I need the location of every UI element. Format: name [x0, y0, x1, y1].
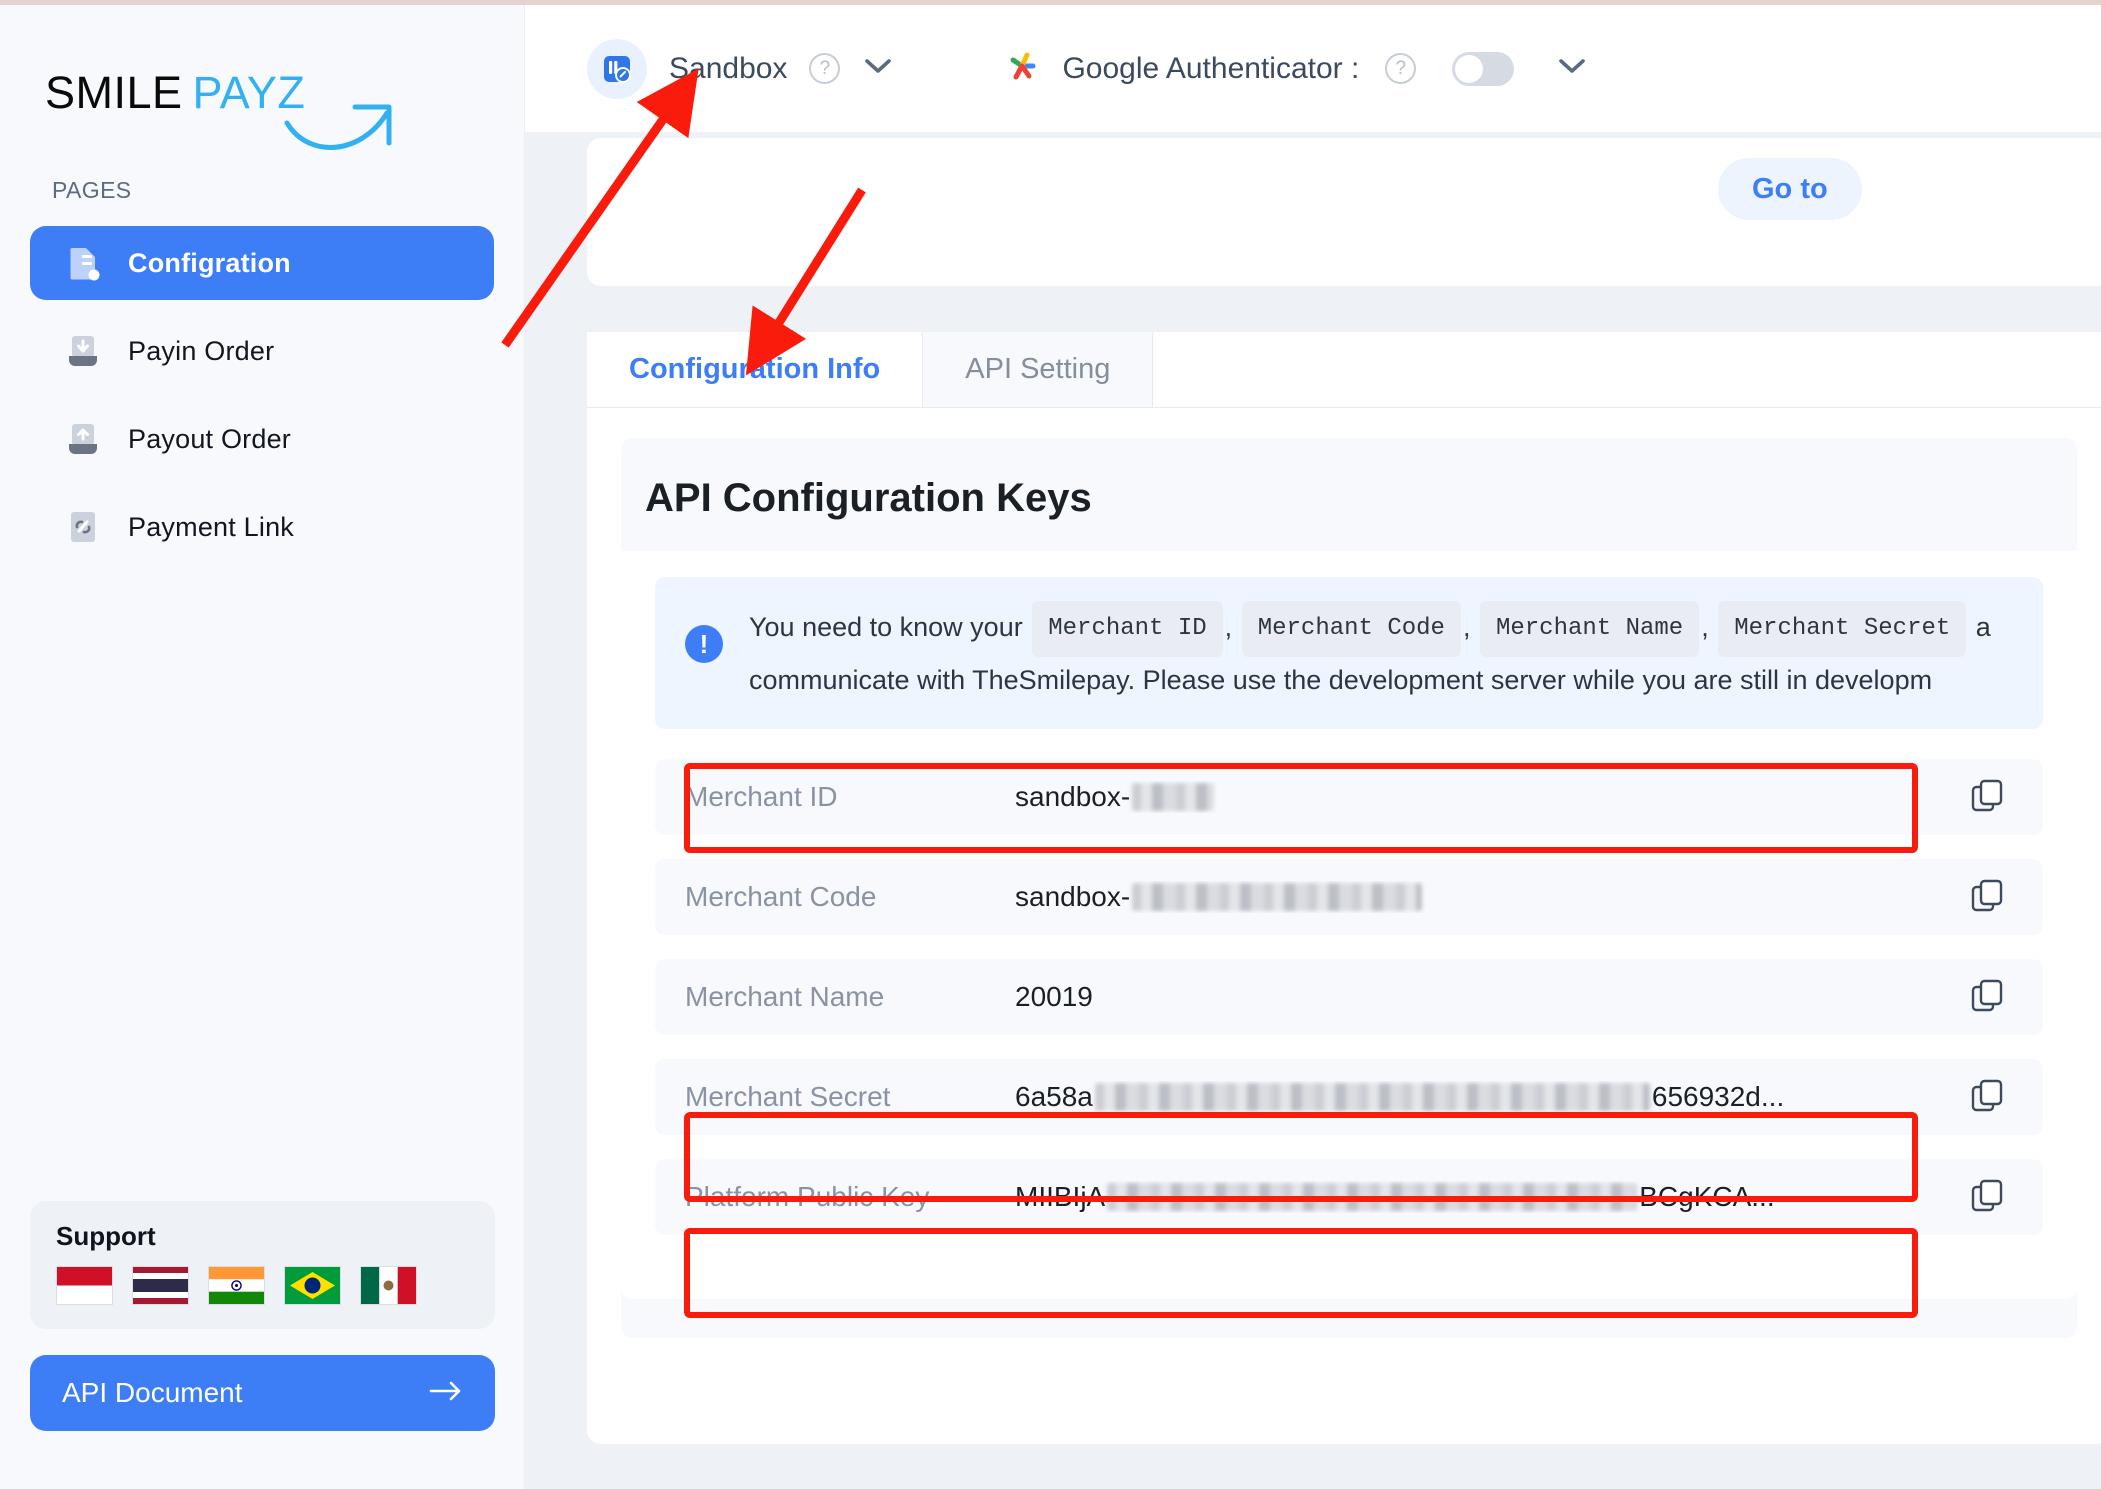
sep: ,: [1701, 612, 1709, 643]
document-config-icon: [62, 242, 104, 284]
sidebar-nav: Configration Payin Order Payout Order Pa…: [0, 226, 524, 564]
top-hairline: [0, 0, 2101, 5]
support-panel: Support: [30, 1201, 495, 1329]
sandbox-card-icon: [587, 38, 647, 99]
google-authenticator-block: Google Authenticator : ?: [1002, 46, 1588, 91]
flag-brazil[interactable]: [284, 1266, 341, 1305]
info-banner-line2: communicate with TheSmilepay. Please use…: [749, 665, 1933, 695]
sidebar-item-payout-order[interactable]: Payout Order: [30, 402, 494, 476]
support-flags: [56, 1266, 469, 1305]
top-bar: Sandbox ? Google Authenticator : ?: [525, 5, 2101, 133]
info-banner-tail: a: [1975, 612, 1991, 643]
row-value: sandbox-: [1015, 881, 1949, 913]
chevron-down-icon[interactable]: [862, 56, 894, 81]
row-key: Merchant Name: [685, 981, 885, 1012]
info-banner-lead: You need to know your: [749, 612, 1023, 643]
environment-selector[interactable]: Sandbox: [587, 38, 788, 99]
toggle-knob: [1455, 54, 1484, 83]
google-authenticator-toggle[interactable]: [1452, 51, 1515, 86]
chip-merchant-code: Merchant Code: [1241, 601, 1461, 657]
main-area: Sandbox ? Google Authenticator : ? Go to…: [525, 0, 2101, 1489]
info-exclamation-icon: !: [685, 625, 723, 663]
chevron-down-icon[interactable]: [1556, 56, 1588, 81]
flag-thailand[interactable]: [132, 1266, 189, 1305]
go-to-button[interactable]: Go to: [1718, 158, 1862, 220]
question-mark-icon[interactable]: ?: [809, 53, 841, 84]
redacted-value: [1094, 1083, 1650, 1111]
row-value-prefix: MIIBIjA: [1015, 1181, 1106, 1212]
sidebar-item-label: Payment Link: [128, 511, 294, 542]
row-value-prefix: 20019: [1015, 981, 1093, 1012]
row-value: 20019: [1015, 981, 1949, 1013]
row-key: Platform Public Key: [685, 1181, 930, 1212]
api-document-button[interactable]: API Document: [30, 1355, 495, 1431]
table-row: Merchant Secret 6a58a 656932d...: [655, 1059, 2043, 1135]
sidebar-item-payment-link[interactable]: Payment Link: [30, 490, 494, 564]
logo-text-primary: SMILE: [45, 67, 183, 118]
sidebar-item-payin-order[interactable]: Payin Order: [30, 314, 494, 388]
tab-api-setting[interactable]: API Setting: [923, 332, 1154, 407]
tab-configuration-info[interactable]: Configuration Info: [587, 332, 924, 407]
sidebar-item-label: Payin Order: [128, 335, 275, 366]
chip-merchant-id: Merchant ID: [1032, 601, 1223, 657]
row-value: MIIBIjA BCgKCA...: [1015, 1181, 1949, 1213]
link-document-icon: [62, 506, 104, 548]
row-key: Merchant Code: [685, 881, 877, 912]
copy-icon[interactable]: [1967, 1076, 2009, 1118]
support-title: Support: [56, 1221, 156, 1251]
sidebar-section-label: PAGES: [52, 177, 132, 203]
copy-icon[interactable]: [1967, 876, 2009, 918]
tray-upload-icon: [62, 418, 104, 460]
row-value: 6a58a 656932d...: [1015, 1081, 1949, 1113]
row-value-prefix: sandbox-: [1015, 881, 1131, 912]
row-value-suffix: 656932d...: [1651, 1081, 1785, 1112]
chip-merchant-secret: Merchant Secret: [1718, 601, 1967, 657]
redacted-value: [1132, 883, 1423, 911]
content-panel: Configuration Info API Setting API Confi…: [587, 332, 2101, 1444]
keys-card-title: API Configuration Keys: [645, 476, 1092, 520]
app-root: SMILE PAYZ PAGES Configration Payin Orde…: [0, 0, 2101, 1489]
row-value-prefix: sandbox-: [1015, 781, 1131, 812]
tab-bar: Configuration Info API Setting: [587, 332, 2101, 408]
copy-icon[interactable]: [1967, 776, 2009, 818]
copy-icon[interactable]: [1967, 976, 2009, 1018]
sidebar-item-label: Configration: [128, 247, 291, 278]
swoosh-arrow-icon: [283, 93, 403, 170]
sep: ,: [1462, 612, 1471, 643]
redacted-value: [1107, 1183, 1638, 1211]
question-mark-icon[interactable]: ?: [1385, 53, 1417, 84]
info-banner-text: You need to know your Merchant ID, Merch…: [749, 601, 1991, 703]
info-banner: ! You need to know your Merchant ID, Mer…: [655, 577, 2043, 729]
row-key: Merchant Secret: [685, 1081, 891, 1112]
row-value: sandbox-: [1015, 781, 1949, 813]
sidebar-item-label: Payout Order: [128, 423, 291, 454]
row-value-prefix: 6a58a: [1015, 1081, 1093, 1112]
table-row: Merchant ID sandbox-: [655, 759, 2043, 835]
chip-merchant-name: Merchant Name: [1479, 601, 1700, 657]
arrow-right-icon: [429, 1378, 463, 1408]
row-key: Merchant ID: [685, 781, 838, 812]
google-authenticator-icon: [1002, 46, 1042, 91]
table-row: Platform Public Key MIIBIjA BCgKCA...: [655, 1159, 2043, 1235]
flag-indonesia[interactable]: [56, 1266, 113, 1305]
flag-india[interactable]: [208, 1266, 265, 1305]
google-authenticator-label: Google Authenticator :: [1062, 51, 1360, 85]
sidebar: SMILE PAYZ PAGES Configration Payin Orde…: [0, 0, 525, 1489]
copy-icon[interactable]: [1967, 1176, 2009, 1218]
redacted-value: [1132, 783, 1215, 811]
sidebar-item-configration[interactable]: Configration: [30, 226, 494, 300]
table-row: Merchant Code sandbox-: [655, 859, 2043, 935]
quick-actions-card: Go to Go to API Document: [587, 138, 2101, 286]
tray-download-icon: [62, 330, 104, 372]
environment-name: Sandbox: [669, 51, 788, 85]
flag-mexico[interactable]: [360, 1266, 417, 1305]
row-value-suffix: BCgKCA...: [1639, 1181, 1775, 1212]
sep: ,: [1224, 612, 1233, 643]
api-configuration-keys-card: API Configuration Keys ! You need to kno…: [621, 438, 2077, 1338]
table-row: Merchant Name 20019: [655, 959, 2043, 1035]
logo: SMILE PAYZ: [0, 5, 524, 155]
keys-card-body: ! You need to know your Merchant ID, Mer…: [621, 551, 2077, 1299]
api-document-label: API Document: [62, 1377, 243, 1408]
